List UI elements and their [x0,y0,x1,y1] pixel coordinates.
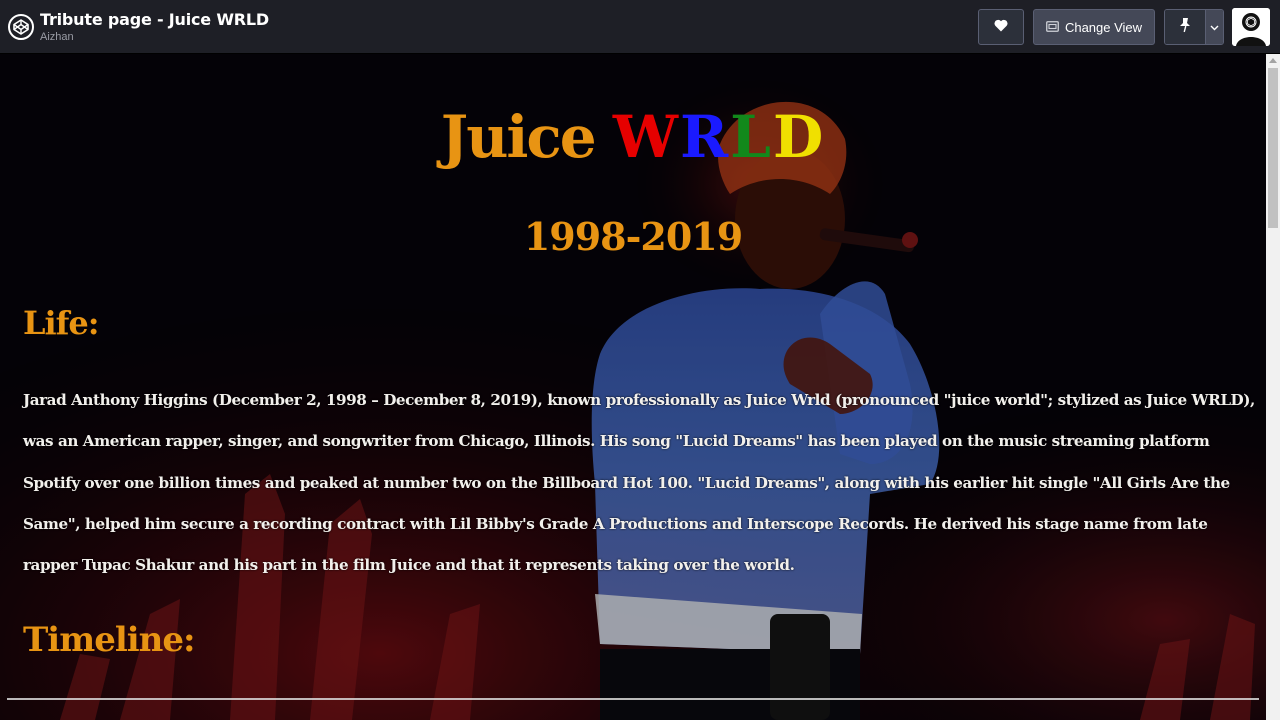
pen-title-block: Tribute page - Juice WRLD Aizhan [40,10,269,44]
pin-button[interactable] [1165,10,1205,44]
user-avatar-icon[interactable] [1232,8,1270,46]
timeline-heading: Timeline: [23,620,196,660]
title-wrld: WRLD [613,103,825,171]
heart-icon [994,19,1008,35]
preview-scrollbar[interactable] [1266,54,1280,720]
lifespan-years: 1998-2019 [523,214,743,259]
preview-frame: Juice WRLD 1998-2019 Life: Jarad Anthony… [0,54,1266,720]
pin-icon [1178,17,1192,38]
pen-author[interactable]: Aizhan [40,30,269,44]
love-button[interactable] [978,9,1024,45]
pen-title[interactable]: Tribute page - Juice WRLD [40,10,269,29]
tribute-content: Juice WRLD 1998-2019 Life: Jarad Anthony… [0,54,1266,720]
title-juice: Juice [440,103,597,171]
layout-icon [1046,20,1059,35]
title-letter-r: R [679,103,731,171]
life-heading: Life: [23,304,100,342]
codepen-logo-icon[interactable] [2,0,40,54]
tribute-title: Juice WRLD [0,102,1266,172]
pin-control [1164,9,1224,45]
scroll-up-arrow-icon[interactable] [1269,58,1277,63]
codepen-header: Tribute page - Juice WRLD Aizhan Change … [0,0,1280,54]
section-divider [7,698,1259,700]
title-letter-w: W [612,103,680,171]
scrollbar-thumb[interactable] [1268,68,1278,228]
change-view-label: Change View [1064,19,1143,35]
pin-dropdown-button[interactable] [1205,10,1223,44]
title-letter-d: D [772,103,826,171]
change-view-button[interactable]: Change View [1033,9,1155,45]
biography-text: Jarad Anthony Higgins (December 2, 1998 … [23,391,1255,575]
chevron-down-icon [1210,18,1219,36]
title-letter-l: L [730,103,773,171]
header-actions: Change View [978,8,1270,46]
